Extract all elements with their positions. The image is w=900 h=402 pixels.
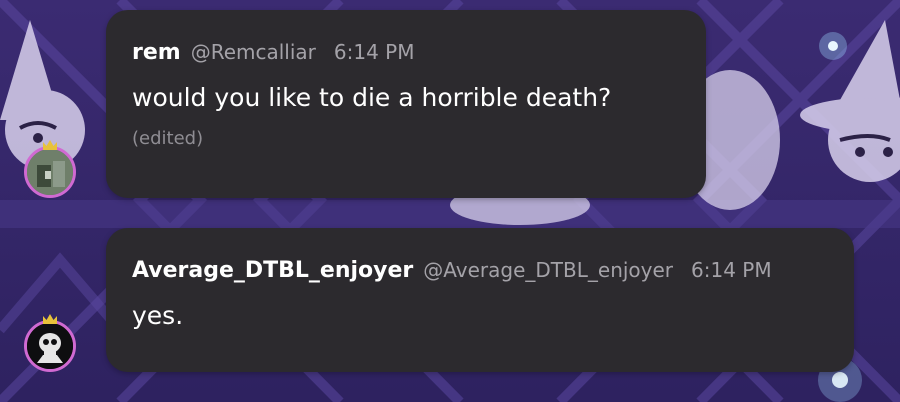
author-handle[interactable]: @Remcalliar: [191, 40, 316, 64]
message-timestamp: 6:14 PM: [691, 258, 772, 282]
message-bubble[interactable]: Average_DTBL_enjoyer @Average_DTBL_enjoy…: [106, 228, 854, 372]
author-handle[interactable]: @Average_DTBL_enjoyer: [423, 258, 673, 282]
edited-label: (edited): [132, 128, 204, 149]
skull-avatar-icon: [27, 323, 73, 369]
message-text: would you like to die a horrible death?: [132, 83, 612, 112]
author-name[interactable]: rem: [132, 40, 181, 65]
author-name[interactable]: Average_DTBL_enjoyer: [132, 258, 413, 283]
message-header: Average_DTBL_enjoyer @Average_DTBL_enjoy…: [132, 258, 828, 283]
message-bubble[interactable]: rem @Remcalliar 6:14 PM would you like t…: [106, 10, 706, 198]
message-timestamp: 6:14 PM: [333, 40, 415, 64]
pixel-avatar-icon: [27, 149, 73, 195]
message-text: yes.: [132, 301, 184, 330]
avatar-average-dtbl-enjoyer[interactable]: [24, 320, 76, 372]
avatar-rem[interactable]: [24, 146, 76, 198]
message-header: rem @Remcalliar 6:14 PM: [132, 40, 680, 65]
